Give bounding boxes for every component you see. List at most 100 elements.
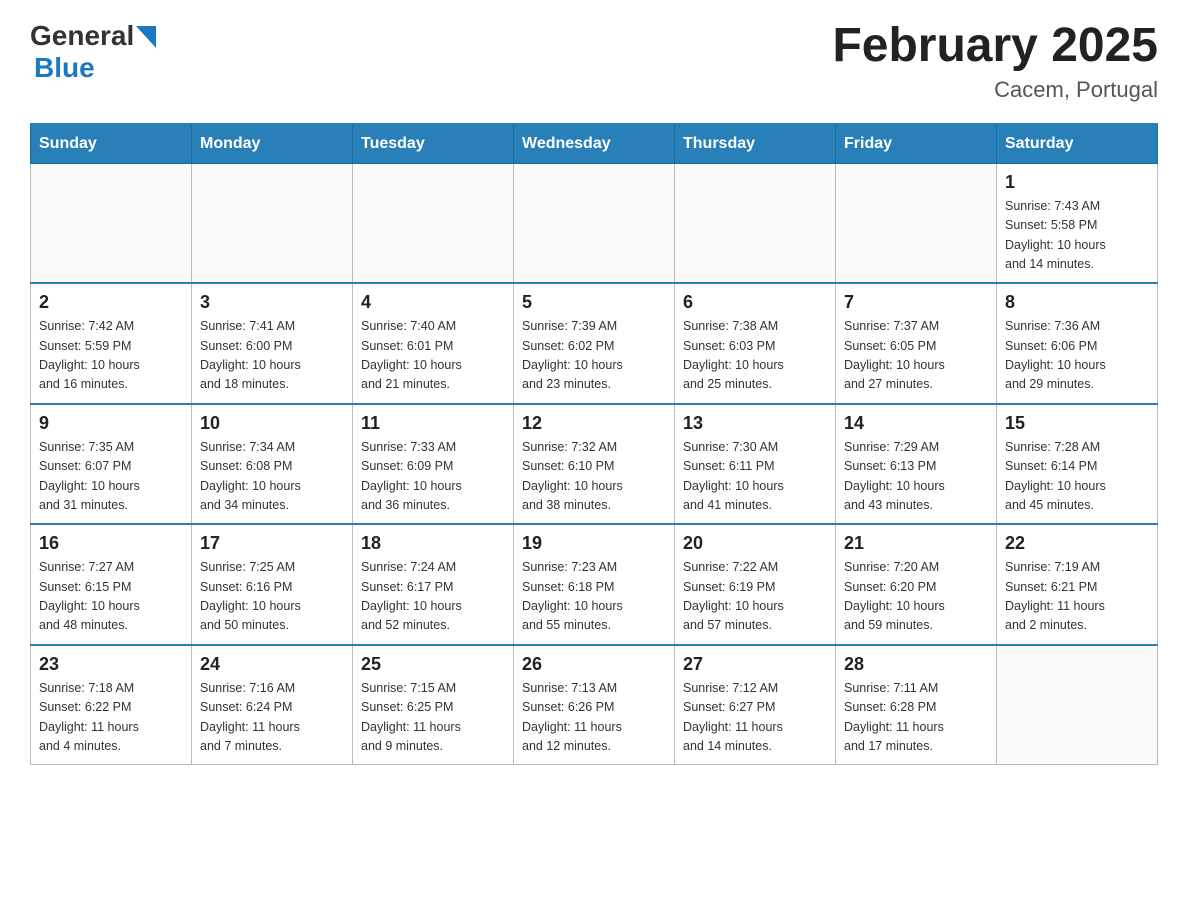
day-number: 28: [844, 654, 988, 675]
calendar-cell: 18 Sunrise: 7:24 AM Sunset: 6:17 PM Dayli…: [353, 524, 514, 645]
calendar-cell: [836, 163, 997, 283]
calendar-cell: [997, 645, 1158, 765]
day-info: Sunrise: 7:30 AM Sunset: 6:11 PM Dayligh…: [683, 438, 827, 516]
day-number: 20: [683, 533, 827, 554]
logo-blue-text: Blue: [34, 52, 95, 84]
day-number: 19: [522, 533, 666, 554]
day-number: 18: [361, 533, 505, 554]
day-number: 9: [39, 413, 183, 434]
day-info: Sunrise: 7:12 AM Sunset: 6:27 PM Dayligh…: [683, 679, 827, 757]
calendar-week-row: 2Sunrise: 7:42 AM Sunset: 5:59 PM Daylig…: [31, 283, 1158, 404]
day-info: Sunrise: 7:15 AM Sunset: 6:25 PM Dayligh…: [361, 679, 505, 757]
calendar-cell: 23 Sunrise: 7:18 AM Sunset: 6:22 PM Dayli…: [31, 645, 192, 765]
calendar-cell: [675, 163, 836, 283]
day-of-week-header: Wednesday: [514, 124, 675, 164]
day-number: 1: [1005, 172, 1149, 193]
calendar-cell: 19 Sunrise: 7:23 AM Sunset: 6:18 PM Dayli…: [514, 524, 675, 645]
calendar-cell: 21 Sunrise: 7:20 AM Sunset: 6:20 PM Dayli…: [836, 524, 997, 645]
day-number: 24: [200, 654, 344, 675]
day-number: 22: [1005, 533, 1149, 554]
calendar-cell: 5 Sunrise: 7:39 AM Sunset: 6:02 PM Daylig…: [514, 283, 675, 404]
day-number: 4: [361, 292, 505, 313]
day-info: Sunrise: 7:39 AM Sunset: 6:02 PM Dayligh…: [522, 317, 666, 395]
calendar-cell: 15Sunrise: 7:28 AM Sunset: 6:14 PM Dayli…: [997, 404, 1158, 525]
day-number: 21: [844, 533, 988, 554]
day-info: Sunrise: 7:33 AM Sunset: 6:09 PM Dayligh…: [361, 438, 505, 516]
day-number: 26: [522, 654, 666, 675]
title-area: February 2025 Cacem, Portugal: [832, 20, 1158, 103]
logo: General Blue: [30, 20, 156, 84]
day-info: Sunrise: 7:13 AM Sunset: 6:26 PM Dayligh…: [522, 679, 666, 757]
calendar-cell: 28 Sunrise: 7:11 AM Sunset: 6:28 PM Dayli…: [836, 645, 997, 765]
calendar-cell: 10 Sunrise: 7:34 AM Sunset: 6:08 PM Dayli…: [192, 404, 353, 525]
day-info: Sunrise: 7:40 AM Sunset: 6:01 PM Dayligh…: [361, 317, 505, 395]
day-number: 12: [522, 413, 666, 434]
day-of-week-header: Saturday: [997, 124, 1158, 164]
day-info: Sunrise: 7:22 AM Sunset: 6:19 PM Dayligh…: [683, 558, 827, 636]
calendar-week-row: 23 Sunrise: 7:18 AM Sunset: 6:22 PM Dayli…: [31, 645, 1158, 765]
calendar-cell: 22 Sunrise: 7:19 AM Sunset: 6:21 PM Dayli…: [997, 524, 1158, 645]
logo-general-text: General: [30, 20, 134, 52]
calendar-cell: 27 Sunrise: 7:12 AM Sunset: 6:27 PM Dayli…: [675, 645, 836, 765]
calendar-cell: 13Sunrise: 7:30 AM Sunset: 6:11 PM Dayli…: [675, 404, 836, 525]
day-info: Sunrise: 7:38 AM Sunset: 6:03 PM Dayligh…: [683, 317, 827, 395]
location: Cacem, Portugal: [832, 77, 1158, 103]
calendar-cell: 3 Sunrise: 7:41 AM Sunset: 6:00 PM Daylig…: [192, 283, 353, 404]
day-info: Sunrise: 7:16 AM Sunset: 6:24 PM Dayligh…: [200, 679, 344, 757]
day-info: Sunrise: 7:34 AM Sunset: 6:08 PM Dayligh…: [200, 438, 344, 516]
day-info: Sunrise: 7:37 AM Sunset: 6:05 PM Dayligh…: [844, 317, 988, 395]
day-of-week-header: Sunday: [31, 124, 192, 164]
day-info: Sunrise: 7:20 AM Sunset: 6:20 PM Dayligh…: [844, 558, 988, 636]
calendar-cell: 14Sunrise: 7:29 AM Sunset: 6:13 PM Dayli…: [836, 404, 997, 525]
day-info: Sunrise: 7:27 AM Sunset: 6:15 PM Dayligh…: [39, 558, 183, 636]
day-number: 5: [522, 292, 666, 313]
month-title: February 2025: [832, 20, 1158, 73]
day-number: 6: [683, 292, 827, 313]
day-number: 8: [1005, 292, 1149, 313]
day-info: Sunrise: 7:35 AM Sunset: 6:07 PM Dayligh…: [39, 438, 183, 516]
calendar-cell: 7Sunrise: 7:37 AM Sunset: 6:05 PM Daylig…: [836, 283, 997, 404]
calendar-cell: 20 Sunrise: 7:22 AM Sunset: 6:19 PM Dayli…: [675, 524, 836, 645]
day-number: 25: [361, 654, 505, 675]
calendar-cell: 12 Sunrise: 7:32 AM Sunset: 6:10 PM Dayli…: [514, 404, 675, 525]
calendar-cell: 24 Sunrise: 7:16 AM Sunset: 6:24 PM Dayli…: [192, 645, 353, 765]
calendar-header-row: SundayMondayTuesdayWednesdayThursdayFrid…: [31, 124, 1158, 164]
day-number: 16: [39, 533, 183, 554]
calendar-cell: [31, 163, 192, 283]
day-info: Sunrise: 7:18 AM Sunset: 6:22 PM Dayligh…: [39, 679, 183, 757]
calendar-cell: 9 Sunrise: 7:35 AM Sunset: 6:07 PM Daylig…: [31, 404, 192, 525]
calendar-cell: [192, 163, 353, 283]
calendar-cell: 1 Sunrise: 7:43 AM Sunset: 5:58 PM Daylig…: [997, 163, 1158, 283]
calendar-week-row: 1 Sunrise: 7:43 AM Sunset: 5:58 PM Daylig…: [31, 163, 1158, 283]
day-info: Sunrise: 7:41 AM Sunset: 6:00 PM Dayligh…: [200, 317, 344, 395]
calendar-week-row: 9 Sunrise: 7:35 AM Sunset: 6:07 PM Daylig…: [31, 404, 1158, 525]
calendar-cell: 25 Sunrise: 7:15 AM Sunset: 6:25 PM Dayli…: [353, 645, 514, 765]
day-info: Sunrise: 7:24 AM Sunset: 6:17 PM Dayligh…: [361, 558, 505, 636]
day-number: 10: [200, 413, 344, 434]
calendar-cell: 26 Sunrise: 7:13 AM Sunset: 6:26 PM Dayli…: [514, 645, 675, 765]
day-number: 27: [683, 654, 827, 675]
day-of-week-header: Monday: [192, 124, 353, 164]
day-of-week-header: Thursday: [675, 124, 836, 164]
calendar-cell: 6 Sunrise: 7:38 AM Sunset: 6:03 PM Daylig…: [675, 283, 836, 404]
calendar-cell: 2Sunrise: 7:42 AM Sunset: 5:59 PM Daylig…: [31, 283, 192, 404]
day-info: Sunrise: 7:19 AM Sunset: 6:21 PM Dayligh…: [1005, 558, 1149, 636]
day-number: 11: [361, 413, 505, 434]
calendar-table: SundayMondayTuesdayWednesdayThursdayFrid…: [30, 123, 1158, 766]
day-info: Sunrise: 7:25 AM Sunset: 6:16 PM Dayligh…: [200, 558, 344, 636]
calendar-cell: 16 Sunrise: 7:27 AM Sunset: 6:15 PM Dayli…: [31, 524, 192, 645]
day-info: Sunrise: 7:23 AM Sunset: 6:18 PM Dayligh…: [522, 558, 666, 636]
day-number: 23: [39, 654, 183, 675]
day-of-week-header: Friday: [836, 124, 997, 164]
day-info: Sunrise: 7:43 AM Sunset: 5:58 PM Dayligh…: [1005, 197, 1149, 275]
day-info: Sunrise: 7:32 AM Sunset: 6:10 PM Dayligh…: [522, 438, 666, 516]
page-header: General Blue February 2025 Cacem, Portug…: [30, 20, 1158, 103]
calendar-week-row: 16 Sunrise: 7:27 AM Sunset: 6:15 PM Dayli…: [31, 524, 1158, 645]
day-number: 17: [200, 533, 344, 554]
calendar-cell: [353, 163, 514, 283]
calendar-cell: 11 Sunrise: 7:33 AM Sunset: 6:09 PM Dayli…: [353, 404, 514, 525]
day-number: 15: [1005, 413, 1149, 434]
calendar-cell: 17 Sunrise: 7:25 AM Sunset: 6:16 PM Dayli…: [192, 524, 353, 645]
day-info: Sunrise: 7:11 AM Sunset: 6:28 PM Dayligh…: [844, 679, 988, 757]
day-number: 3: [200, 292, 344, 313]
